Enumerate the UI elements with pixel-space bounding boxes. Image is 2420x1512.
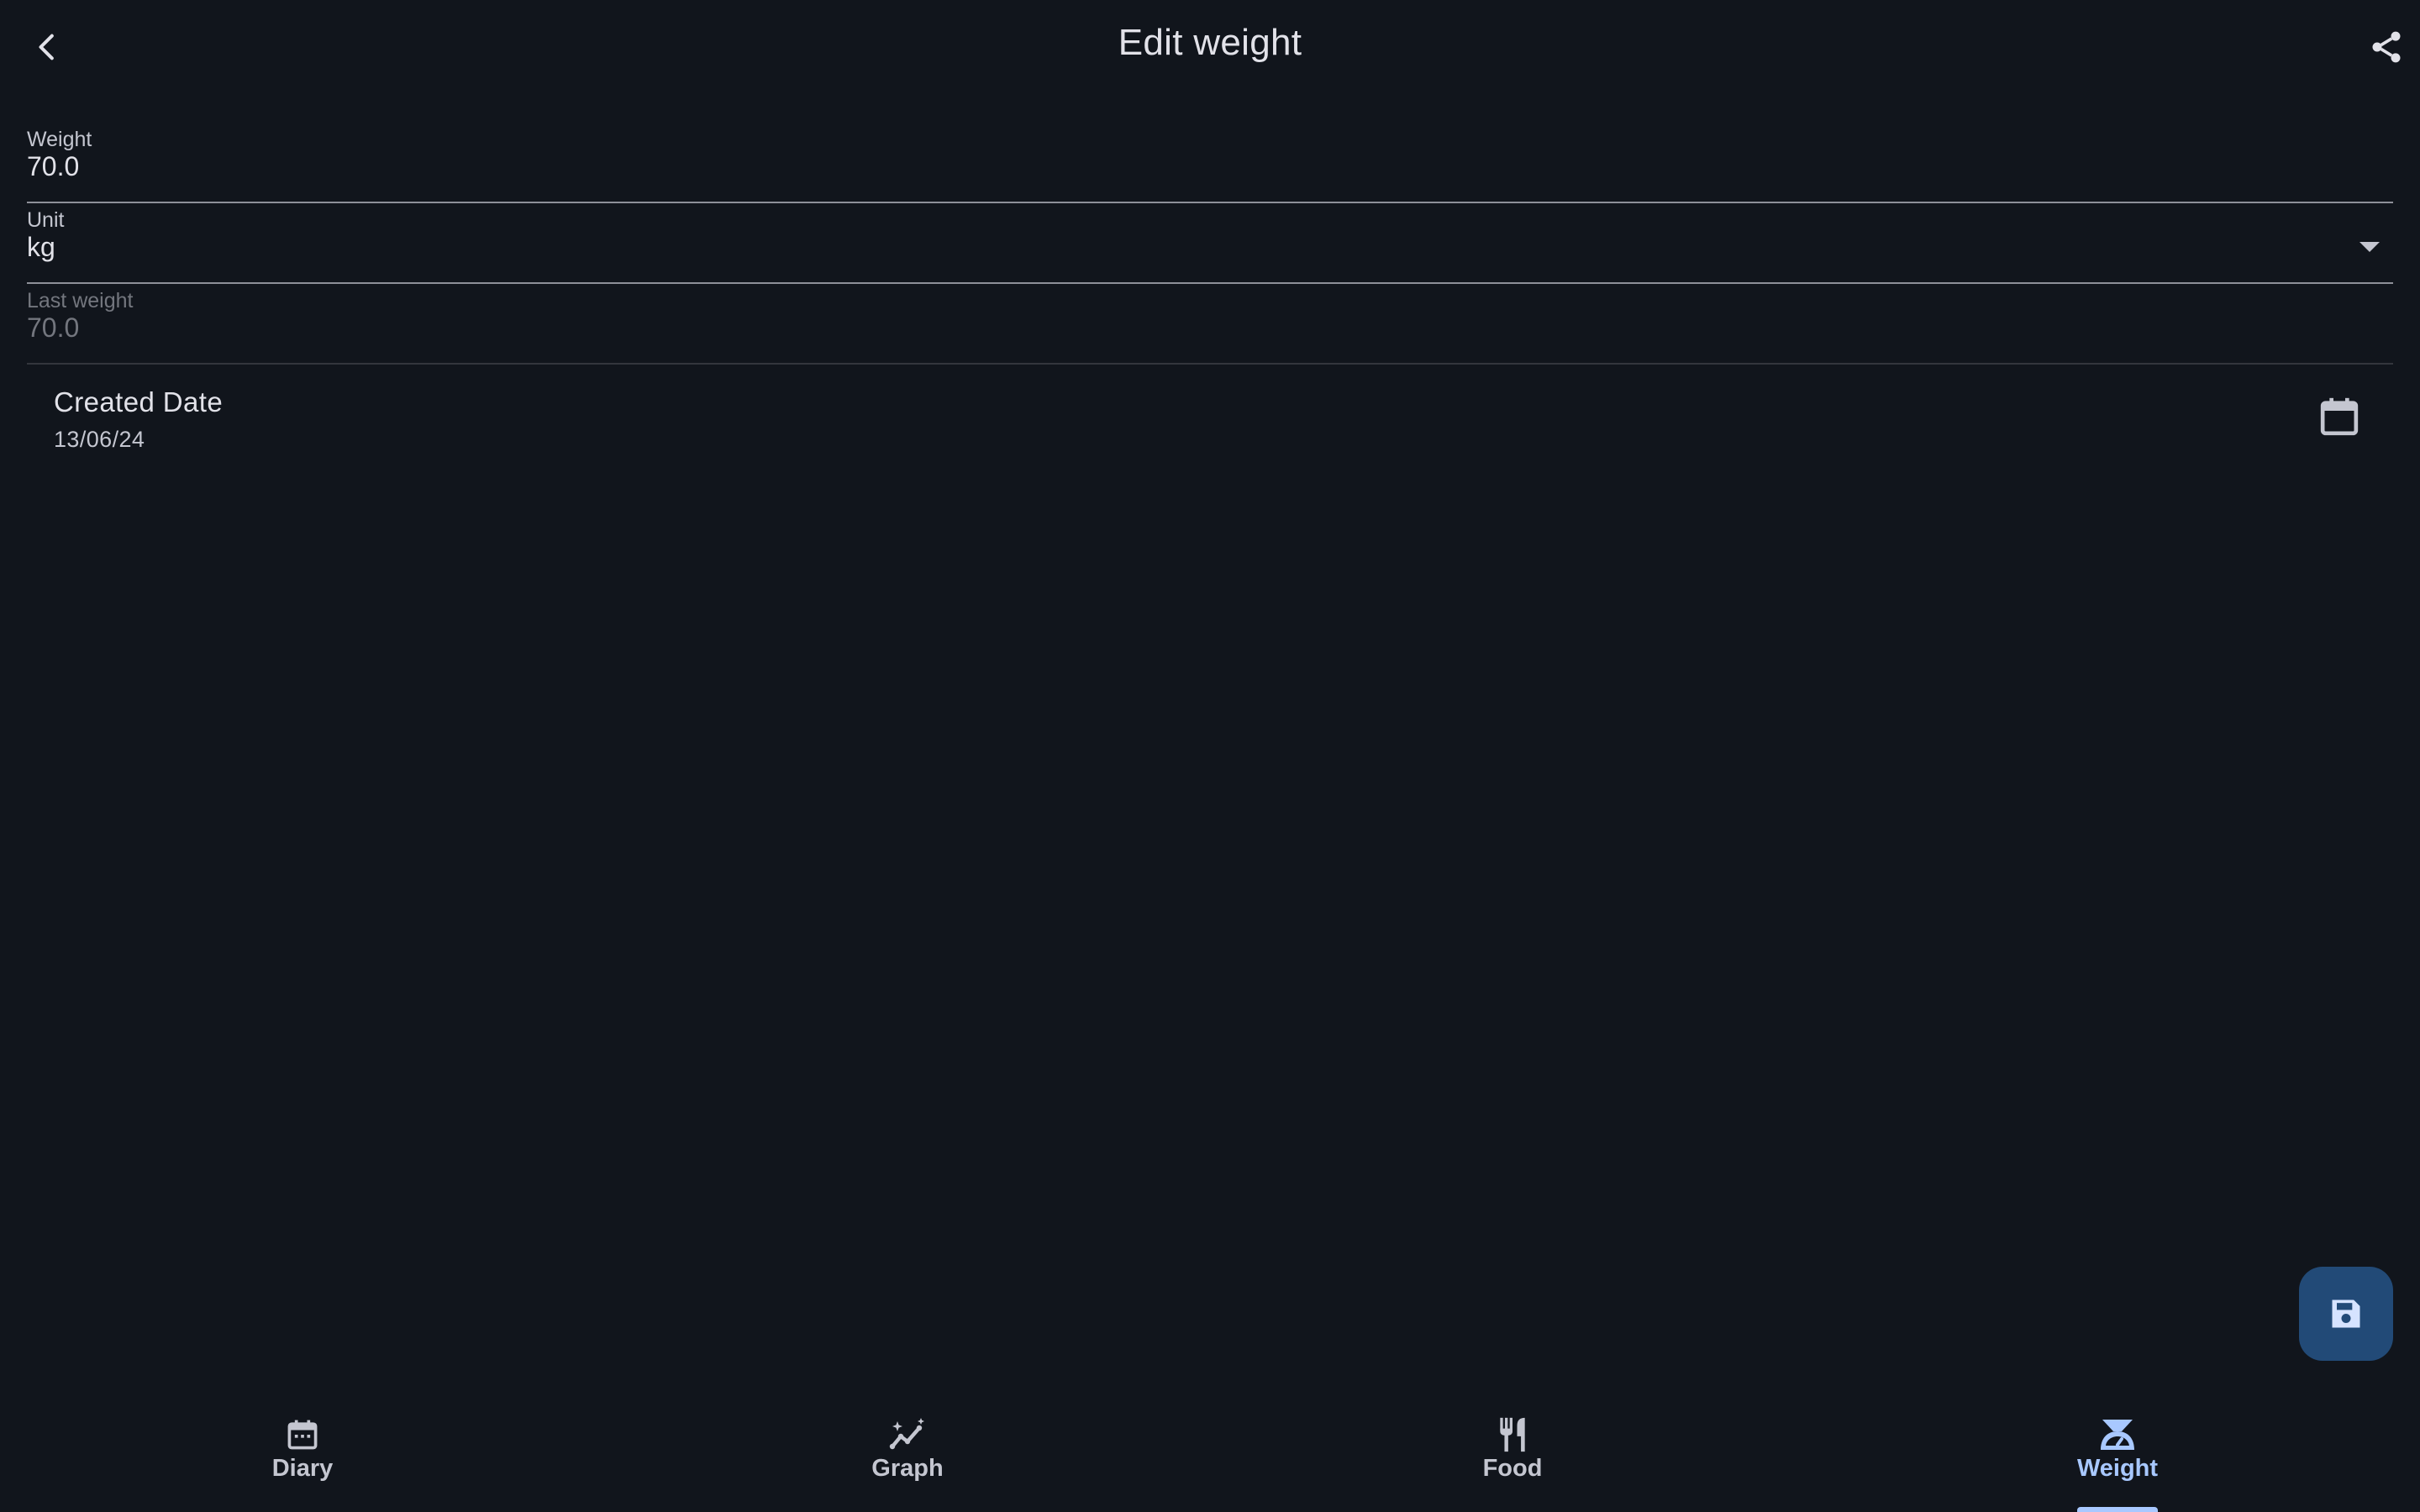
- save-button[interactable]: [2299, 1267, 2393, 1361]
- active-tab-indicator: [2077, 1507, 2158, 1512]
- created-date-value: 13/06/24: [54, 427, 145, 452]
- nav-item-graph[interactable]: Graph: [605, 1378, 1210, 1512]
- bottom-navigation: Diary Graph Food Weight: [0, 1378, 2420, 1512]
- calendar-icon[interactable]: [2316, 393, 2363, 440]
- scale-icon: [2084, 1408, 2151, 1462]
- unit-label: Unit: [27, 208, 65, 232]
- nav-label-food: Food: [1482, 1455, 1543, 1482]
- app-root: Edit weight Weight 70.0 Unit kg Last wei…: [0, 0, 2420, 1512]
- nav-label-graph: Graph: [871, 1455, 944, 1482]
- weight-field[interactable]: Weight 70.0: [27, 128, 2393, 203]
- graph-sparkle-icon: [874, 1408, 941, 1462]
- nav-item-diary[interactable]: Diary: [0, 1378, 605, 1512]
- created-date-label: Created Date: [54, 386, 224, 417]
- created-date-row[interactable]: Created Date 13/06/24: [27, 376, 2393, 464]
- nav-label-weight: Weight: [2076, 1455, 2159, 1482]
- share-button[interactable]: [2356, 20, 2417, 74]
- unit-value: kg: [27, 232, 55, 262]
- weight-value[interactable]: 70.0: [27, 151, 79, 182]
- last-weight-field: Last weight 70.0: [27, 289, 2393, 365]
- utensils-icon: [1479, 1408, 1546, 1462]
- nav-item-food[interactable]: Food: [1210, 1378, 1815, 1512]
- save-icon: [2332, 1299, 2360, 1328]
- nav-label-diary: Diary: [271, 1455, 334, 1482]
- weight-label: Weight: [27, 128, 92, 151]
- caret-down-icon: [2353, 234, 2386, 260]
- unit-dropdown[interactable]: Unit kg: [27, 208, 2393, 284]
- last-weight-value: 70.0: [27, 312, 80, 343]
- calendar-icon: [269, 1408, 336, 1462]
- last-weight-label: Last weight: [27, 289, 134, 312]
- top-app-bar: Edit weight: [0, 0, 2420, 94]
- page-title: Edit weight: [1118, 22, 1302, 63]
- nav-item-weight[interactable]: Weight: [1815, 1378, 2420, 1512]
- share-icon: [2372, 31, 2401, 63]
